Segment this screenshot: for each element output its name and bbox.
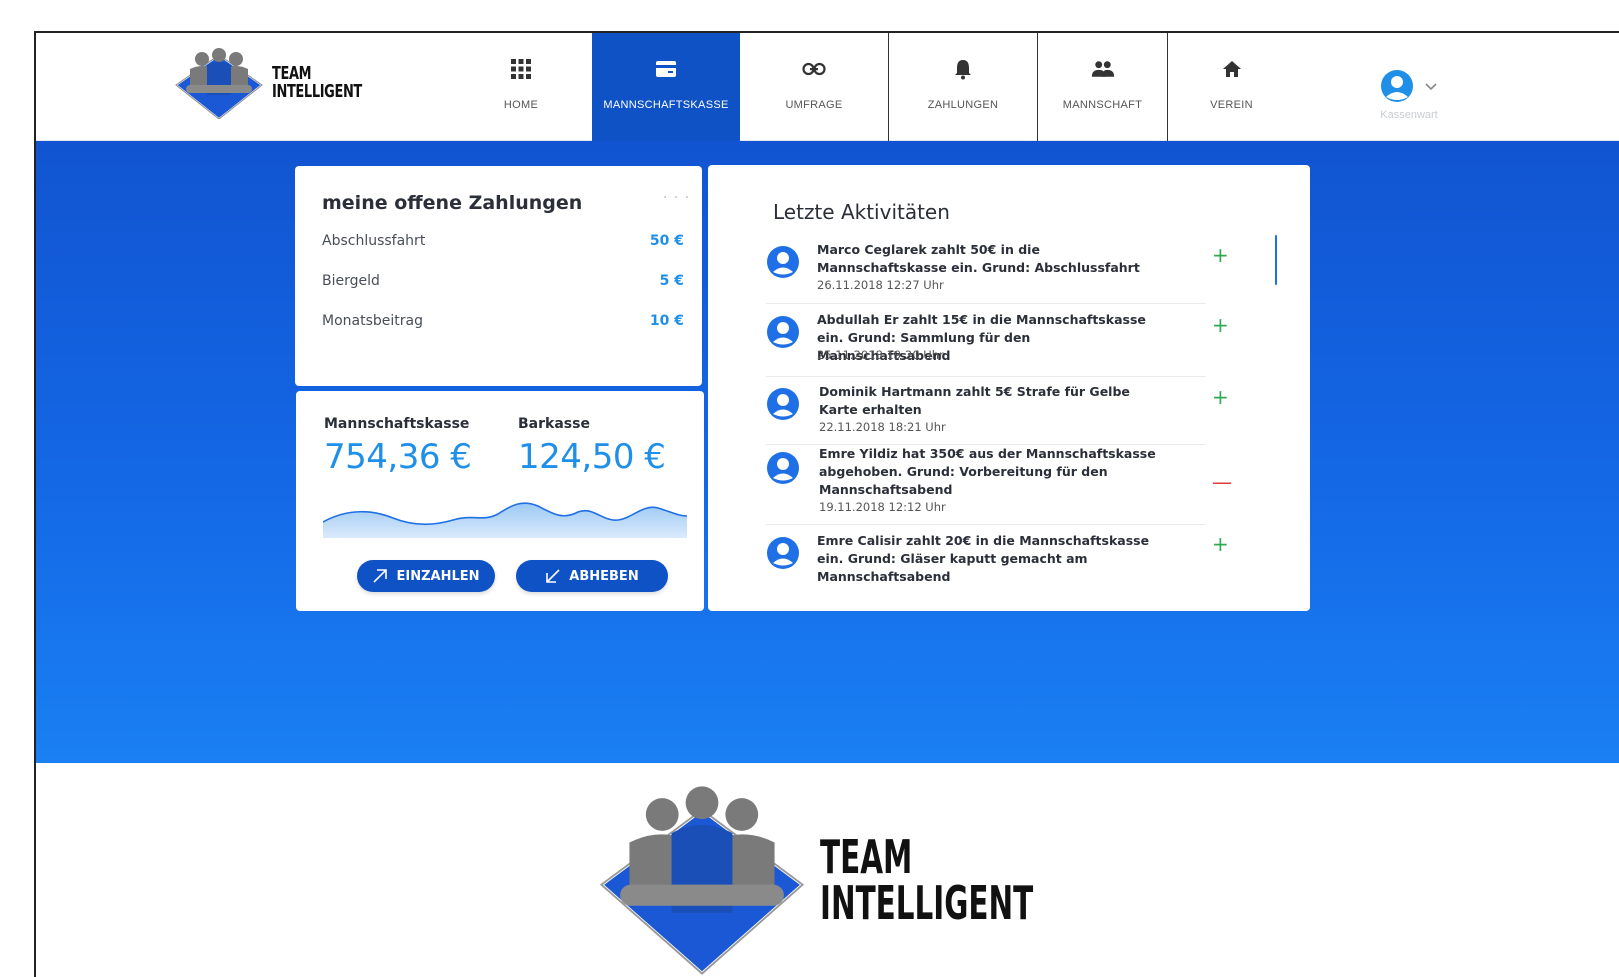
team-cash-value: 754,36 €	[324, 437, 472, 477]
plus-icon: +	[1212, 532, 1229, 556]
user-avatar-icon	[767, 452, 799, 484]
payment-name: Biergeld	[322, 273, 380, 289]
payment-row[interactable]: Monatsbeitrag 10 €	[322, 313, 684, 329]
payment-amount: 50 €	[649, 233, 684, 249]
team-cash-label: Mannschaftskasse	[324, 416, 470, 432]
activity-text: Emre Yildiz hat 350€ aus der Mannschafts…	[819, 446, 1156, 497]
cash-balance-card: Mannschaftskasse 754,36 € Barkasse 124,5…	[296, 391, 704, 611]
user-avatar-icon	[767, 316, 799, 348]
activity-time: 26.11.2018 12:27 Uhr	[817, 278, 944, 292]
nav-umfrage-label: UMFRAGE	[785, 99, 843, 111]
activity-text: Dominik Hartmann zahlt 5€ Strafe für Gel…	[819, 384, 1130, 417]
nav-mannschaft[interactable]: MANNSCHAFT	[1037, 33, 1167, 141]
plus-icon: +	[1212, 385, 1229, 409]
activity-time: 22.11.2018 18:21 Uhr	[819, 420, 946, 434]
activity-text: Marco Ceglarek zahlt 50€ in die Mannscha…	[817, 242, 1140, 275]
people-icon	[1091, 57, 1115, 81]
user-avatar-icon	[767, 388, 799, 420]
activity-time: 25.11.2018 19:20 Uhr	[817, 348, 944, 362]
nav-home[interactable]: HOME	[450, 33, 592, 141]
nav-home-label: HOME	[503, 99, 539, 111]
bar-cash-label: Barkasse	[518, 416, 590, 432]
nav-zahlungen[interactable]: ZAHLUNGEN	[888, 33, 1037, 141]
main-nav: HOME MANNSCHAFTSKASSE UMFRAGE ZAHLUNGEN	[450, 33, 1295, 141]
payment-row[interactable]: Biergeld 5 €	[322, 273, 684, 289]
nav-verein[interactable]: VEREIN	[1167, 33, 1295, 141]
open-payments-title: meine offene Zahlungen	[322, 192, 583, 214]
wallet-icon	[654, 57, 678, 81]
minus-icon: —	[1212, 470, 1232, 494]
payment-name: Abschlussfahrt	[322, 233, 426, 249]
bar-cash-value: 124,50 €	[518, 437, 666, 477]
activities-list: Marco Ceglarek zahlt 50€ in die Mannscha…	[766, 241, 1272, 591]
chevron-down-icon	[1425, 83, 1437, 91]
brand-logo[interactable]: TEAM INTELLIGENT	[172, 47, 397, 119]
activity-item[interactable]: Dominik Hartmann zahlt 5€ Strafe für Gel…	[766, 383, 1229, 445]
team-logo-icon	[174, 48, 264, 119]
activity-item[interactable]: Marco Ceglarek zahlt 50€ in die Mannscha…	[766, 241, 1229, 304]
payment-row[interactable]: Abschlussfahrt 50 €	[322, 233, 684, 249]
nav-mannschaft-label: MANNSCHAFT	[1062, 99, 1143, 111]
arrow-down-left-icon	[546, 569, 560, 583]
footer-brand-wordmark: TEAM INTELLIGENT	[820, 834, 1033, 926]
activity-item[interactable]: Emre Calisir zahlt 20€ in die Mannschaft…	[766, 532, 1229, 591]
footer-brand-line-1: TEAM	[820, 830, 913, 884]
payment-amount: 10 €	[649, 313, 684, 329]
nav-verein-label: VEREIN	[1210, 99, 1253, 111]
recent-activities-card: Letzte Aktivitäten Marco Ceglarek zahlt …	[708, 165, 1310, 611]
nav-mannschaftskasse[interactable]: MANNSCHAFTSKASSE	[592, 33, 740, 141]
withdraw-button[interactable]: ABHEBEN	[516, 560, 668, 592]
dashboard-area: meine offene Zahlungen · · · Abschlussfa…	[36, 141, 1619, 763]
withdraw-button-label: ABHEBEN	[569, 568, 639, 584]
activity-item[interactable]: Emre Yildiz hat 350€ aus der Mannschafts…	[766, 445, 1232, 525]
user-avatar-icon	[767, 246, 799, 278]
payment-amount: 5 €	[659, 273, 684, 289]
arrow-up-right-icon	[373, 569, 388, 583]
home-icon	[1220, 57, 1244, 81]
nav-umfrage[interactable]: UMFRAGE	[740, 33, 888, 141]
deposit-button-label: EINZAHLEN	[396, 568, 480, 584]
top-navigation-bar: TEAM INTELLIGENT HOME MANNSCHAFTSKASSE U…	[36, 33, 1619, 141]
activities-scrollbar[interactable]	[1275, 235, 1277, 285]
user-circle-icon	[1381, 70, 1413, 102]
app-window: TEAM INTELLIGENT HOME MANNSCHAFTSKASSE U…	[34, 31, 1619, 977]
open-payments-card: meine offene Zahlungen · · · Abschlussfa…	[295, 166, 702, 386]
user-menu[interactable]: Kassenwart	[1380, 69, 1438, 121]
team-logo-icon	[598, 786, 806, 975]
footer-brand-line-2: INTELLIGENT	[820, 876, 1034, 930]
brand-wordmark: TEAM INTELLIGENT	[272, 65, 362, 101]
deposit-button[interactable]: EINZAHLEN	[357, 560, 495, 592]
grid-icon	[509, 57, 533, 81]
user-role-label: Kassenwart	[1380, 109, 1438, 121]
footer-brand-logo: TEAM INTELLIGENT	[592, 785, 1153, 975]
bell-icon	[951, 57, 975, 81]
activity-text: Emre Calisir zahlt 20€ in die Mannschaft…	[817, 533, 1150, 584]
plus-icon: +	[1212, 313, 1229, 337]
activity-item[interactable]: Abdullah Er zahlt 15€ in die Mannschafts…	[766, 311, 1229, 377]
balance-sparkline	[323, 502, 687, 538]
footer: TEAM INTELLIGENT	[36, 763, 1619, 977]
activities-title: Letzte Aktivitäten	[773, 200, 950, 224]
activity-time: 19.11.2018 12:12 Uhr	[819, 500, 946, 514]
nav-zahlungen-label: ZAHLUNGEN	[927, 99, 999, 111]
brand-line-2: INTELLIGENT	[272, 81, 362, 102]
link-icon	[802, 57, 826, 81]
plus-icon: +	[1212, 243, 1229, 267]
nav-mannschaftskasse-label: MANNSCHAFTSKASSE	[603, 99, 729, 111]
more-options-icon[interactable]: · · ·	[663, 190, 690, 206]
payment-name: Monatsbeitrag	[322, 313, 423, 329]
user-avatar-icon	[767, 537, 799, 569]
